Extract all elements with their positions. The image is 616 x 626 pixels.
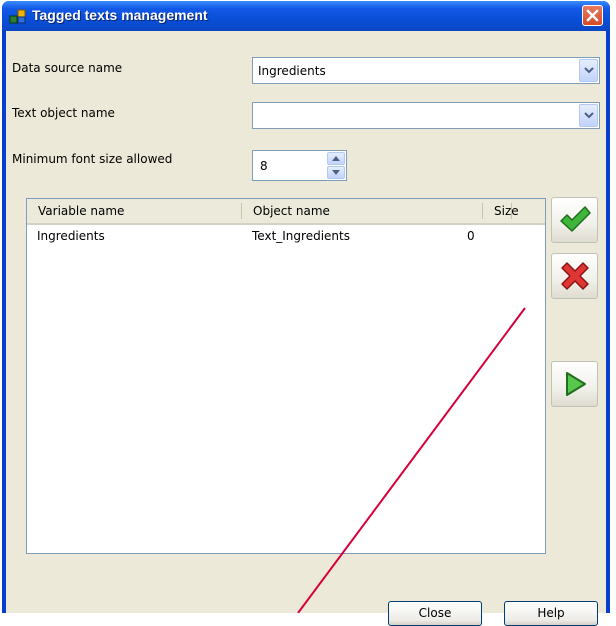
annotation-line	[297, 307, 526, 613]
